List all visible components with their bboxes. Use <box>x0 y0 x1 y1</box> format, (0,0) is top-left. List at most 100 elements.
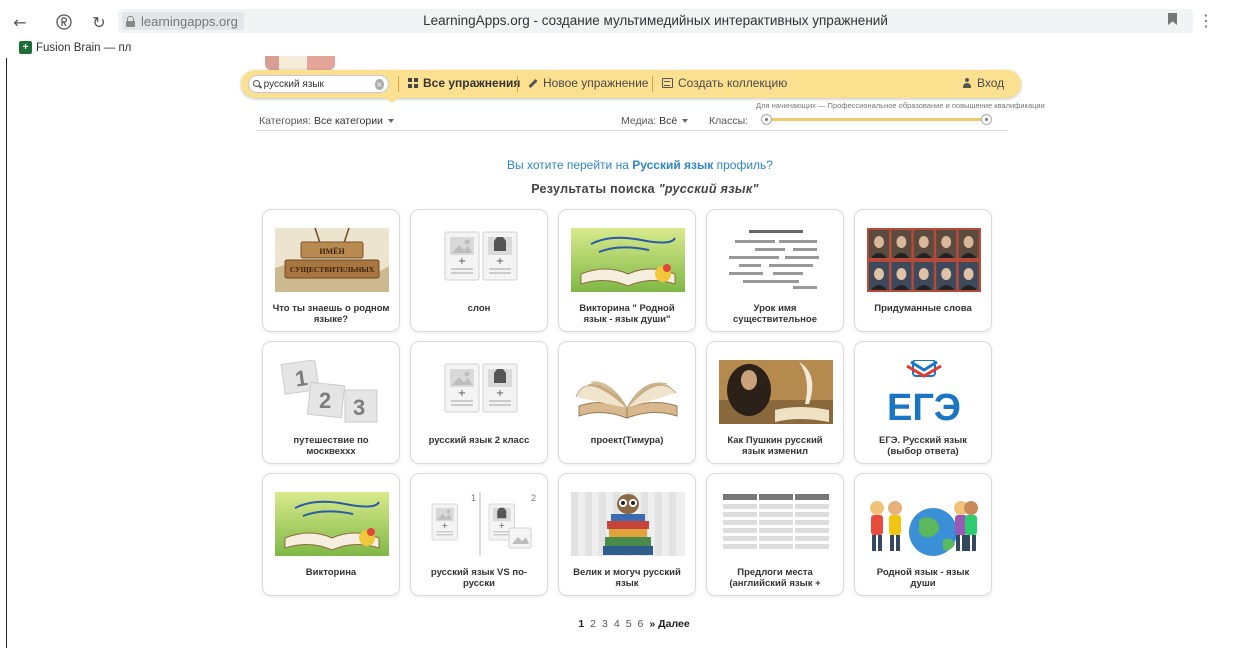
prompt-before: Вы хотите перейти на <box>507 158 629 172</box>
svg-text:+: + <box>458 388 466 399</box>
results-heading: Результаты поиска "русский язык" <box>0 182 1239 196</box>
media-filter[interactable]: Медиа: Всё <box>621 115 689 127</box>
chevron-down-icon <box>682 119 689 123</box>
results-query: "русский язык" <box>658 182 759 196</box>
media-label: Медиа: <box>621 115 657 127</box>
page-link-2[interactable]: 2 <box>590 618 596 630</box>
card-title: ЕГЭ. Русский язык (выбор ответа) <box>879 435 967 457</box>
svg-text:3: 3 <box>353 395 365 420</box>
site-header-bar: × Все упражнения Новое упражнение Создат… <box>241 70 1021 98</box>
card-title: слон <box>467 303 491 314</box>
card-thumbnail: ЕГЭ <box>867 360 981 424</box>
result-card[interactable]: + + русский язык 2 класс <box>410 341 548 464</box>
card-title: путешествие по москвеххх <box>293 435 369 457</box>
svg-text:1: 1 <box>471 493 476 503</box>
result-card[interactable]: 1 2 3 путешествие по москвеххх <box>262 341 400 464</box>
card-thumbnail: ИМЁН СУЩЕСТВИТЕЛЬНЫХ <box>275 228 389 292</box>
results-prefix: Результаты поиска <box>531 182 655 196</box>
result-card[interactable]: ЕГЭ ЕГЭ. Русский язык (выбор ответа) <box>854 341 992 464</box>
login-link[interactable]: Вход <box>962 76 1004 90</box>
reload-icon[interactable]: ↻ <box>89 12 109 32</box>
back-arrow-icon[interactable]: ← <box>10 12 30 32</box>
nav-all-exercises[interactable]: Все упражнения <box>408 76 520 90</box>
category-label: Категория: <box>259 115 312 127</box>
profile-prompt[interactable]: Вы хотите перейти на Русский язык профил… <box>0 158 1239 172</box>
result-card[interactable]: Как Пушкин русский язык изменил <box>706 341 844 464</box>
media-value: Всё <box>659 115 678 127</box>
card-thumbnail <box>719 228 833 292</box>
prompt-subject[interactable]: Русский язык <box>632 158 713 172</box>
result-card[interactable]: 1 2 + + русский язык VS по-русски <box>410 473 548 596</box>
result-card[interactable]: проект(Тимура) <box>558 341 696 464</box>
nav-new-exercise[interactable]: Новое упражнение <box>528 76 648 90</box>
grid-icon <box>408 78 418 88</box>
result-card[interactable]: Викторина <box>262 473 400 596</box>
card-thumbnail <box>719 360 833 424</box>
result-card[interactable]: + + слон <box>410 209 548 332</box>
fusion-brain-icon: + <box>19 41 32 54</box>
clear-search-icon[interactable]: × <box>374 78 384 90</box>
page-link-5[interactable]: 5 <box>626 618 632 630</box>
bookmark-fusion-brain[interactable]: + Fusion Brain — пл <box>19 41 131 54</box>
results-grid: ИМЁН СУЩЕСТВИТЕЛЬНЫХ Что ты знаешь о род… <box>262 209 992 596</box>
card-title: Викторина " Родной язык - язык души" <box>579 303 675 325</box>
svg-text:+: + <box>496 388 504 399</box>
card-title: Как Пушкин русский язык изменил <box>727 435 823 457</box>
page-link-6[interactable]: 6 <box>638 618 644 630</box>
result-card[interactable]: Велик и могуч русский язык <box>558 473 696 596</box>
category-filter[interactable]: Категория: Все категории <box>259 115 394 127</box>
slider-min-handle[interactable] <box>761 114 772 125</box>
result-card[interactable]: Родной язык - язык души <box>854 473 992 596</box>
grades-slider[interactable] <box>761 114 992 125</box>
nav-create-collection[interactable]: Создать коллекцию <box>662 76 787 90</box>
nav-divider <box>652 76 653 92</box>
result-card[interactable]: Придуманные слова <box>854 209 992 332</box>
search-input[interactable] <box>263 78 372 90</box>
result-card[interactable]: Викторина " Родной язык - язык души" <box>558 209 696 332</box>
card-title: русский язык VS по-русски <box>430 567 528 589</box>
result-card[interactable]: Предлоги места (английский язык + <box>706 473 844 596</box>
nav-collection-label: Создать коллекцию <box>678 76 788 90</box>
card-title: Викторина <box>305 567 357 578</box>
slider-caption: Для начинающих — Профессиональное образо… <box>756 101 1045 110</box>
nav-all-label: Все упражнения <box>423 76 521 90</box>
card-title: Родной язык - язык души <box>876 567 970 589</box>
site-logo[interactable] <box>265 56 335 70</box>
yandex-icon[interactable] <box>54 12 74 32</box>
result-card[interactable]: Урок имя существительное <box>706 209 844 332</box>
svg-text:+: + <box>442 521 448 530</box>
login-label: Вход <box>977 76 1005 90</box>
svg-text:+: + <box>499 521 505 530</box>
user-icon <box>962 78 972 88</box>
result-card[interactable]: ИМЁН СУЩЕСТВИТЕЛЬНЫХ Что ты знаешь о род… <box>262 209 400 332</box>
card-title: Велик и могуч русский язык <box>573 567 681 589</box>
prompt-after: профиль? <box>716 158 773 172</box>
next-page-link[interactable]: » Далее <box>649 618 689 630</box>
page-link-1[interactable]: 1 <box>578 618 584 630</box>
svg-text:ЕГЭ: ЕГЭ <box>887 387 961 424</box>
card-thumbnail: 1 2 + + <box>423 492 537 556</box>
card-title: проект(Тимура) <box>590 435 664 446</box>
pencil-icon <box>528 78 538 88</box>
card-thumbnail: + + <box>423 360 537 424</box>
card-title: Предлоги места (английский язык + <box>729 567 821 589</box>
svg-text:ИМЁН: ИМЁН <box>319 247 345 256</box>
svg-text:2: 2 <box>531 493 536 503</box>
address-bar[interactable]: learningapps.org LearningApps.org - созд… <box>118 9 1193 33</box>
search-icon <box>253 79 261 89</box>
active-tab-pointer <box>385 97 399 103</box>
card-thumbnail <box>275 492 389 556</box>
chevron-down-icon <box>387 119 394 123</box>
window-edge <box>6 58 7 648</box>
search-box[interactable]: × <box>248 75 389 93</box>
page-link-4[interactable]: 4 <box>614 618 620 630</box>
page-link-3[interactable]: 3 <box>602 618 608 630</box>
browser-toolbar: ← ↻ learningapps.org LearningApps.org - … <box>0 0 1239 40</box>
card-thumbnail: + + <box>423 228 537 292</box>
card-title: Урок имя существительное <box>733 303 817 325</box>
card-title: Придуманные слова <box>874 303 972 314</box>
kebab-menu-icon[interactable]: ⋮ <box>1198 11 1214 30</box>
nav-divider <box>517 76 518 92</box>
slider-max-handle[interactable] <box>981 114 992 125</box>
card-thumbnail <box>571 492 685 556</box>
